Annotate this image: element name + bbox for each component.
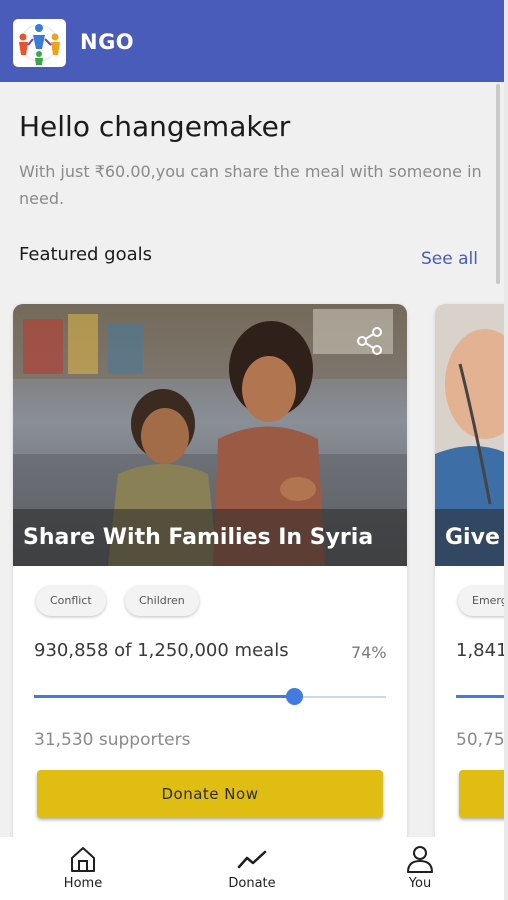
progress-percent: 74% (351, 643, 387, 662)
tag-chip[interactable]: Children (125, 586, 199, 616)
nav-you-label: You (408, 876, 432, 891)
greeting-heading: Hello changemaker (19, 110, 291, 143)
progress-slider-thumb[interactable] (286, 688, 304, 705)
supporters-count: 50,751 (456, 730, 504, 750)
meals-progress-text: 930,858 of 1,250,000 meals (34, 640, 289, 661)
progress-slider[interactable] (34, 688, 386, 705)
ngo-logo (13, 19, 66, 67)
nav-home-label: Home (63, 876, 103, 891)
progress-slider[interactable] (456, 695, 504, 698)
person-icon (407, 846, 433, 873)
meals-progress-text: 1,841,3 (456, 640, 504, 661)
home-icon (71, 847, 95, 872)
goal-card[interactable]: Share With Families In Syria Conflict Ch… (13, 304, 407, 837)
see-all-link[interactable]: See all (421, 249, 478, 269)
donate-now-button[interactable]: Donate Now (37, 770, 383, 818)
nav-home[interactable]: Home (38, 845, 128, 897)
trend-icon (237, 850, 267, 869)
goal-card[interactable]: Give Emerg 1,841,3 50,751 (435, 304, 504, 837)
home-content[interactable]: Hello changemaker With just ₹60.00,you c… (0, 82, 504, 837)
featured-goals-title: Featured goals (19, 244, 153, 265)
nav-donate-label: Donate (228, 876, 276, 891)
tag-chip[interactable]: Conflict (36, 586, 106, 616)
share-icon[interactable] (355, 326, 385, 356)
tag-chip[interactable]: Emerg (458, 586, 504, 616)
card-title-overlay: Give (435, 509, 504, 566)
donate-now-button[interactable] (459, 770, 504, 818)
nav-you[interactable]: You (375, 845, 465, 897)
screen-edge (504, 0, 508, 900)
app-title: NGO (80, 30, 135, 54)
nav-donate[interactable]: Donate (207, 845, 297, 897)
progress-slider-fill (34, 695, 295, 698)
supporters-count: 31,530 supporters (34, 730, 191, 750)
app-bar: NGO (0, 0, 504, 82)
bottom-navigation: Home Donate You (0, 837, 504, 900)
goal-photo: Share With Families In Syria (13, 304, 407, 566)
card-title-overlay: Share With Families In Syria (13, 509, 407, 566)
progress-slider-fill (456, 695, 504, 698)
greeting-subtext: With just ₹60.00,you can share the meal … (19, 162, 482, 208)
goal-title: Give (445, 525, 500, 550)
goal-title: Share With Families In Syria (23, 525, 374, 550)
goal-photo: Give (435, 304, 504, 566)
